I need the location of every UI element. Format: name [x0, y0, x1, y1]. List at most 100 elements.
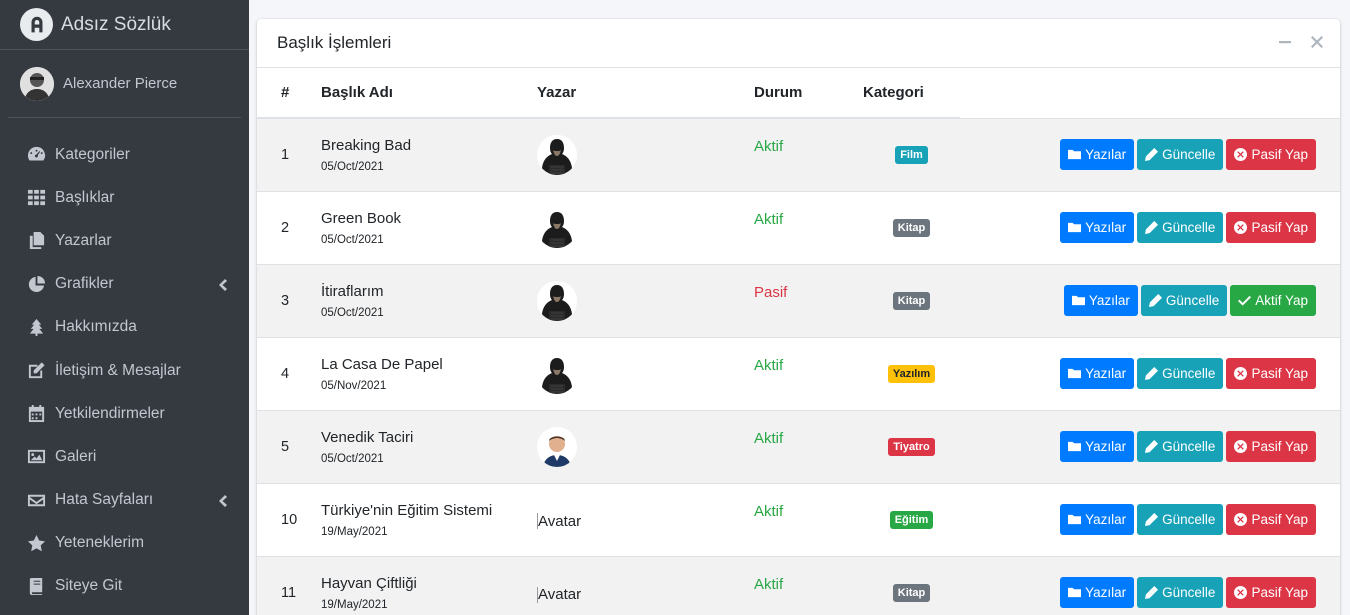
- row-number: 11: [281, 584, 297, 601]
- col-header-num: #: [257, 68, 321, 119]
- update-button[interactable]: Güncelle: [1137, 577, 1224, 609]
- deactivate-button[interactable]: Pasif Yap: [1226, 212, 1316, 243]
- table-row: 5 Venedik Taciri 05/Oct/2021 Aktif Tiyatro Ya…: [257, 410, 1340, 483]
- update-button[interactable]: Güncelle: [1137, 358, 1224, 389]
- brand-link[interactable]: Adsız Sözlük: [0, 0, 249, 50]
- sidebar-item-2[interactable]: Başlıklar: [0, 176, 249, 219]
- author-avatar: [537, 353, 577, 394]
- sidebar-item-7[interactable]: Yetkilendirmeler: [0, 392, 249, 435]
- posts-button[interactable]: Yazılar: [1060, 358, 1135, 389]
- row-date: 19/May/2021: [321, 598, 388, 611]
- chevron-left-icon: [218, 494, 227, 508]
- sidebar-nav: Kategoriler Başlıklar Yazarlar Grafikler Hak…: [0, 133, 249, 608]
- row-actions-cell: Yazılar Güncelle Pasif Yap: [960, 483, 1340, 556]
- row-author-cell: [537, 118, 754, 191]
- update-button[interactable]: Güncelle: [1137, 504, 1224, 535]
- user-panel[interactable]: Alexander Pierce: [8, 50, 241, 118]
- times-circle-icon: [1234, 221, 1248, 234]
- table-row: 10 Türkiye'nin Eğitim Sistemi 19/May/2021 A…: [257, 483, 1340, 556]
- close-icon[interactable]: [1310, 35, 1324, 49]
- update-button[interactable]: Güncelle: [1137, 431, 1224, 462]
- sidebar-item-8[interactable]: Galeri: [0, 435, 249, 478]
- row-date: 05/Nov/2021: [321, 379, 387, 392]
- row-category-cell: Eğitim: [863, 483, 960, 556]
- table-row: 2 Green Book 05/Oct/2021 Aktif Kitap Yazılar G…: [257, 191, 1340, 264]
- row-title-cell: Venedik Taciri 05/Oct/2021: [321, 410, 537, 483]
- update-button-label: Güncelle: [1162, 147, 1216, 162]
- posts-button[interactable]: Yazılar: [1060, 431, 1135, 462]
- update-button-label: Güncelle: [1165, 293, 1220, 308]
- row-date: 19/May/2021: [321, 525, 388, 538]
- toggle-button-label: Pasif Yap: [1251, 220, 1308, 235]
- posts-button[interactable]: Yazılar: [1060, 577, 1135, 609]
- sidebar-item-6[interactable]: İletişim & Mesajlar: [0, 349, 249, 392]
- posts-button-label: Yazılar: [1085, 439, 1127, 454]
- toggle-button-label: Pasif Yap: [1251, 147, 1308, 162]
- status-text: Pasif: [754, 284, 788, 301]
- author-avatar-alt: Avatar: [538, 586, 582, 603]
- row-title-cell: Green Book 05/Oct/2021: [321, 191, 537, 264]
- row-date: 05/Oct/2021: [321, 160, 384, 173]
- posts-button-label: Yazılar: [1085, 512, 1127, 527]
- pencil-icon: [1145, 513, 1159, 526]
- category-badge: Kitap: [892, 291, 931, 310]
- posts-button[interactable]: Yazılar: [1063, 285, 1138, 316]
- collapse-icon[interactable]: [1278, 35, 1292, 49]
- update-button[interactable]: Güncelle: [1137, 139, 1224, 170]
- author-avatar: [537, 280, 577, 321]
- row-category-cell: Kitap: [863, 556, 960, 615]
- row-actions-cell: Yazılar Güncelle Pasif Yap: [960, 410, 1340, 483]
- headings-table: # Başlık Adı Yazar Durum Kategori 1 Break…: [257, 68, 1340, 615]
- table-row: 4 La Casa De Papel 05/Nov/2021 Aktif Yazılım…: [257, 337, 1340, 410]
- sidebar-item-11[interactable]: Siteye Git: [0, 565, 249, 608]
- sidebar-item-3[interactable]: Yazarlar: [0, 219, 249, 262]
- posts-button-label: Yazılar: [1085, 366, 1127, 381]
- sidebar-item-10[interactable]: Yeteneklerim: [0, 522, 249, 565]
- row-date: 05/Oct/2021: [321, 452, 384, 465]
- deactivate-button[interactable]: Pasif Yap: [1226, 358, 1316, 389]
- update-button-label: Güncelle: [1162, 439, 1216, 454]
- deactivate-button[interactable]: Pasif Yap: [1226, 577, 1316, 609]
- sidebar-item-1[interactable]: Kategoriler: [0, 133, 249, 176]
- row-title-cell: Breaking Bad 05/Oct/2021: [321, 118, 537, 191]
- deactivate-button[interactable]: Pasif Yap: [1226, 431, 1316, 462]
- row-actions-cell: Yazılar Güncelle Pasif Yap: [960, 118, 1340, 191]
- card-tools: [1278, 35, 1324, 49]
- row-title: Venedik Taciri: [321, 428, 414, 446]
- row-number: 5: [281, 438, 290, 455]
- sidebar-item-label: Siteye Git: [55, 577, 123, 595]
- folder-icon: [1068, 221, 1082, 234]
- author-avatar-broken: Avatar: [537, 586, 581, 603]
- deactivate-button[interactable]: Pasif Yap: [1226, 504, 1316, 535]
- status-text: Aktif: [754, 357, 784, 374]
- sidebar-item-label: Galeri: [55, 447, 97, 465]
- update-button[interactable]: Güncelle: [1140, 285, 1228, 316]
- sidebar-item-4[interactable]: Grafikler: [0, 263, 249, 306]
- times-circle-icon: [1234, 367, 1248, 380]
- table-body: 1 Breaking Bad 05/Oct/2021 Aktif Film Yazılar…: [257, 118, 1340, 615]
- status-text: Aktif: [754, 211, 784, 228]
- table-row: 11 Hayvan Çiftliği 19/May/2021 Avatar Aktif K…: [257, 556, 1340, 615]
- row-title-cell: İtiraflarım 05/Oct/2021: [321, 264, 537, 337]
- folder-icon: [1068, 440, 1082, 453]
- sidebar-item-9[interactable]: Hata Sayfaları: [0, 479, 249, 522]
- row-date: 05/Oct/2021: [321, 306, 384, 319]
- update-button[interactable]: Güncelle: [1137, 212, 1224, 243]
- toggle-button-label: Pasif Yap: [1251, 439, 1308, 454]
- chevron-left-icon: [218, 278, 227, 292]
- activate-button[interactable]: Aktif Yap: [1230, 285, 1316, 316]
- posts-button[interactable]: Yazılar: [1060, 504, 1135, 535]
- sidebar-item-5[interactable]: Hakkımızda: [0, 306, 249, 349]
- toggle-button-label: Pasif Yap: [1251, 585, 1308, 601]
- grid-icon: [26, 188, 47, 208]
- posts-button[interactable]: Yazılar: [1060, 139, 1135, 170]
- update-button-label: Güncelle: [1162, 220, 1216, 235]
- sidebar-item-label: Yazarlar: [55, 231, 112, 249]
- update-button-label: Güncelle: [1162, 366, 1216, 381]
- check-icon: [1238, 294, 1252, 307]
- row-author-cell: Avatar: [537, 483, 754, 556]
- row-title: Hayvan Çiftliği: [321, 574, 417, 592]
- posts-button[interactable]: Yazılar: [1060, 212, 1135, 243]
- pencil-icon: [1145, 148, 1159, 161]
- deactivate-button[interactable]: Pasif Yap: [1226, 139, 1316, 170]
